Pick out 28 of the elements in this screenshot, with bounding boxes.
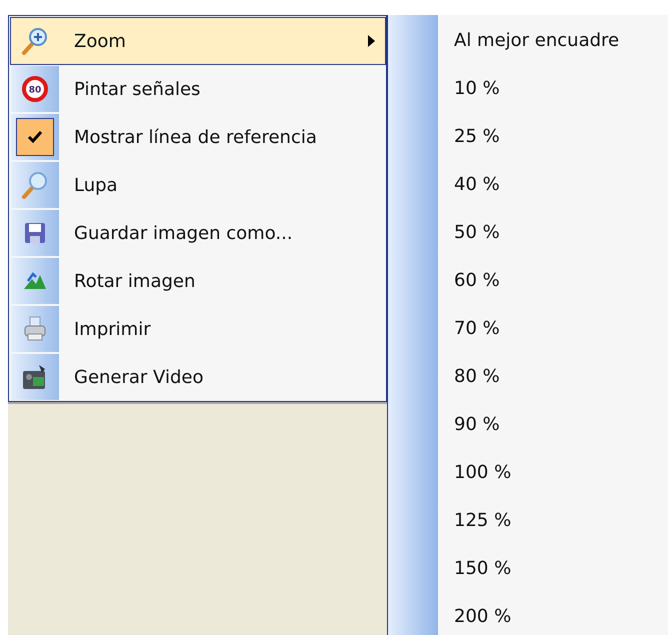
menu-item[interactable]: 200 % (454, 606, 512, 626)
menu-item[interactable]: Rotar imagen (10, 257, 386, 305)
menu-item[interactable]: 80 Pintar señales (10, 65, 386, 113)
menu-item[interactable]: 25 % (454, 126, 500, 146)
speed-limit-sign-icon: 80 (22, 76, 48, 102)
menu-item[interactable]: 40 % (454, 174, 500, 194)
menu-item[interactable]: 50 % (454, 222, 500, 242)
menu-item[interactable]: Generar Video (10, 353, 386, 401)
menu-item[interactable]: Guardar imagen como... (10, 209, 386, 257)
submenu-arrow-icon (368, 35, 375, 47)
menu-item[interactable]: 60 % (454, 270, 500, 290)
magnifier-icon (21, 171, 49, 199)
printer-icon (22, 316, 48, 342)
menu-item[interactable]: 80 % (454, 366, 500, 386)
menu-item[interactable]: Mostrar línea de referencia (10, 113, 386, 161)
menu-item[interactable]: 90 % (454, 414, 500, 434)
checkmark-icon (27, 130, 43, 144)
menu-item[interactable]: Zoom (10, 17, 386, 65)
menu-item[interactable]: Imprimir (10, 305, 386, 353)
menu-item[interactable]: Al mejor encuadre (454, 30, 620, 50)
menu-item[interactable]: 125 % (454, 510, 512, 530)
mountain-arrow-icon (23, 271, 47, 291)
menu-item[interactable]: 70 % (454, 318, 500, 338)
zoom-in-icon (21, 27, 49, 55)
menu-item[interactable]: 10 % (454, 78, 500, 98)
menu-item[interactable]: Lupa (10, 161, 386, 209)
menu-item[interactable]: 150 % (454, 558, 512, 578)
menu-item[interactable]: 100 % (454, 462, 512, 482)
